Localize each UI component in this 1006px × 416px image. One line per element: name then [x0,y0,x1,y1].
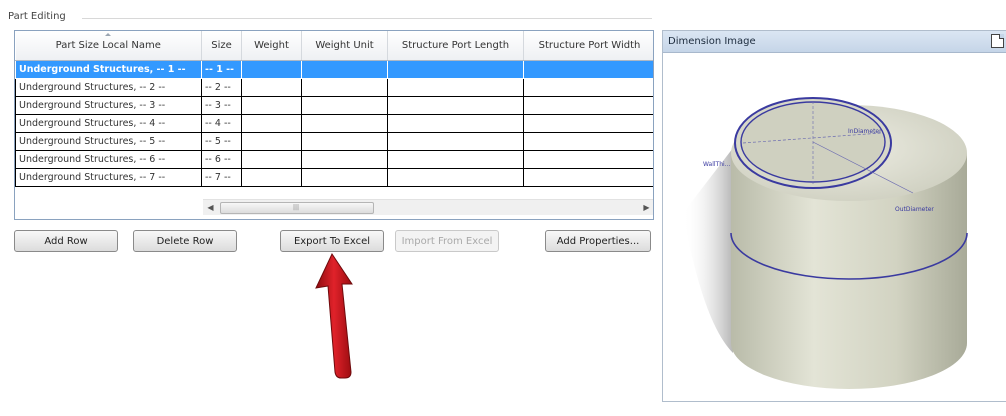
column-header-structure-port-length[interactable]: Structure Port Length [387,31,524,61]
cell-port-length[interactable] [387,150,524,169]
horizontal-scrollbar[interactable]: ◀ ||| ▶ [203,199,653,215]
export-to-excel-button[interactable]: Export To Excel [280,230,384,252]
cell-weight[interactable] [241,78,302,97]
scrollbar-thumb[interactable]: ||| [220,202,374,214]
scroll-right-arrow-icon[interactable]: ▶ [639,200,653,215]
cell-weight-unit[interactable] [301,168,388,187]
column-header-weight-unit[interactable]: Weight Unit [301,31,388,61]
column-header-weight[interactable]: Weight [241,31,302,61]
part-sizes-table: Part Size Local Name Size Weight Weight … [15,31,653,187]
cell-weight-unit[interactable] [301,150,388,169]
cell-weight-unit[interactable] [301,132,388,151]
delete-row-button[interactable]: Delete Row [133,230,237,252]
cell-port-length[interactable] [387,60,524,79]
scroll-left-arrow-icon[interactable]: ◀ [203,200,218,215]
cell-weight[interactable] [241,168,302,187]
cell-part-size-name[interactable]: Underground Structures, -- 2 -- [15,78,202,97]
cell-weight-unit[interactable] [301,60,388,79]
cell-port-length[interactable] [387,168,524,187]
group-divider [82,18,652,19]
cell-size[interactable]: -- 2 -- [201,78,242,97]
cell-port-width[interactable] [523,114,653,133]
cell-port-width[interactable] [523,150,653,169]
table-row[interactable]: Underground Structures, -- 6 -- -- 6 -- [15,150,653,169]
cylinder-shadow [683,148,733,353]
table-row[interactable]: Underground Structures, -- 5 -- -- 5 -- [15,132,653,151]
dimension-image-header: Dimension Image [663,31,1006,53]
cell-part-size-name[interactable]: Underground Structures, -- 3 -- [15,96,202,115]
cell-part-size-name[interactable]: Underground Structures, -- 4 -- [15,114,202,133]
cell-port-length[interactable] [387,132,524,151]
in-diameter-label: InDiameter [848,128,882,135]
cell-size[interactable]: -- 6 -- [201,150,242,169]
dimension-image-panel: Dimension Image InDiameter WallThi... Ou… [662,30,1006,402]
red-annotation-arrow-icon [315,252,353,379]
cell-part-size-name[interactable]: Underground Structures, -- 1 -- [15,60,202,79]
table-row[interactable]: Underground Structures, -- 1 -- -- 1 -- [15,60,653,79]
cell-port-width[interactable] [523,132,653,151]
cell-weight-unit[interactable] [301,96,388,115]
table-row[interactable]: Underground Structures, -- 3 -- -- 3 -- [15,96,653,115]
cell-port-width[interactable] [523,78,653,97]
table-row[interactable]: Underground Structures, -- 2 -- -- 2 -- [15,78,653,97]
import-from-excel-button: Import From Excel [395,230,499,252]
cell-port-width[interactable] [523,168,653,187]
cell-weight[interactable] [241,132,302,151]
cell-size[interactable]: -- 3 -- [201,96,242,115]
cell-size[interactable]: -- 1 -- [201,60,242,79]
cell-weight[interactable] [241,114,302,133]
cell-part-size-name[interactable]: Underground Structures, -- 5 -- [15,132,202,151]
cell-port-length[interactable] [387,96,524,115]
cell-weight[interactable] [241,60,302,79]
table-row[interactable]: Underground Structures, -- 7 -- -- 7 -- [15,168,653,187]
scrollbar-grip-icon: ||| [293,204,300,211]
cell-port-width[interactable] [523,96,653,115]
part-sizes-grid[interactable]: Part Size Local Name Size Weight Weight … [14,30,654,220]
cell-weight[interactable] [241,150,302,169]
cell-port-length[interactable] [387,78,524,97]
cell-part-size-name[interactable]: Underground Structures, -- 7 -- [15,168,202,187]
out-diameter-label: OutDiameter [895,206,934,213]
cell-weight-unit[interactable] [301,78,388,97]
wall-thickness-label: WallThi... [703,161,731,168]
document-icon[interactable] [991,34,1004,48]
cell-size[interactable]: -- 5 -- [201,132,242,151]
cell-port-length[interactable] [387,114,524,133]
add-row-button[interactable]: Add Row [14,230,118,252]
cell-port-width[interactable] [523,60,653,79]
cylinder-dimension-image: InDiameter WallThi... OutDiameter [683,97,968,389]
column-header-structure-port-width[interactable]: Structure Port Width [523,31,653,61]
cell-part-size-name[interactable]: Underground Structures, -- 6 -- [15,150,202,169]
cell-size[interactable]: -- 4 -- [201,114,242,133]
group-title: Part Editing [8,11,66,22]
column-header-part-size-local-name[interactable]: Part Size Local Name [15,31,202,61]
dimension-image-title: Dimension Image [668,36,756,47]
cell-size[interactable]: -- 7 -- [201,168,242,187]
cell-weight[interactable] [241,96,302,115]
column-header-size[interactable]: Size [201,31,242,61]
cell-weight-unit[interactable] [301,114,388,133]
add-properties-button[interactable]: Add Properties... [545,230,651,252]
table-row[interactable]: Underground Structures, -- 4 -- -- 4 -- [15,114,653,133]
